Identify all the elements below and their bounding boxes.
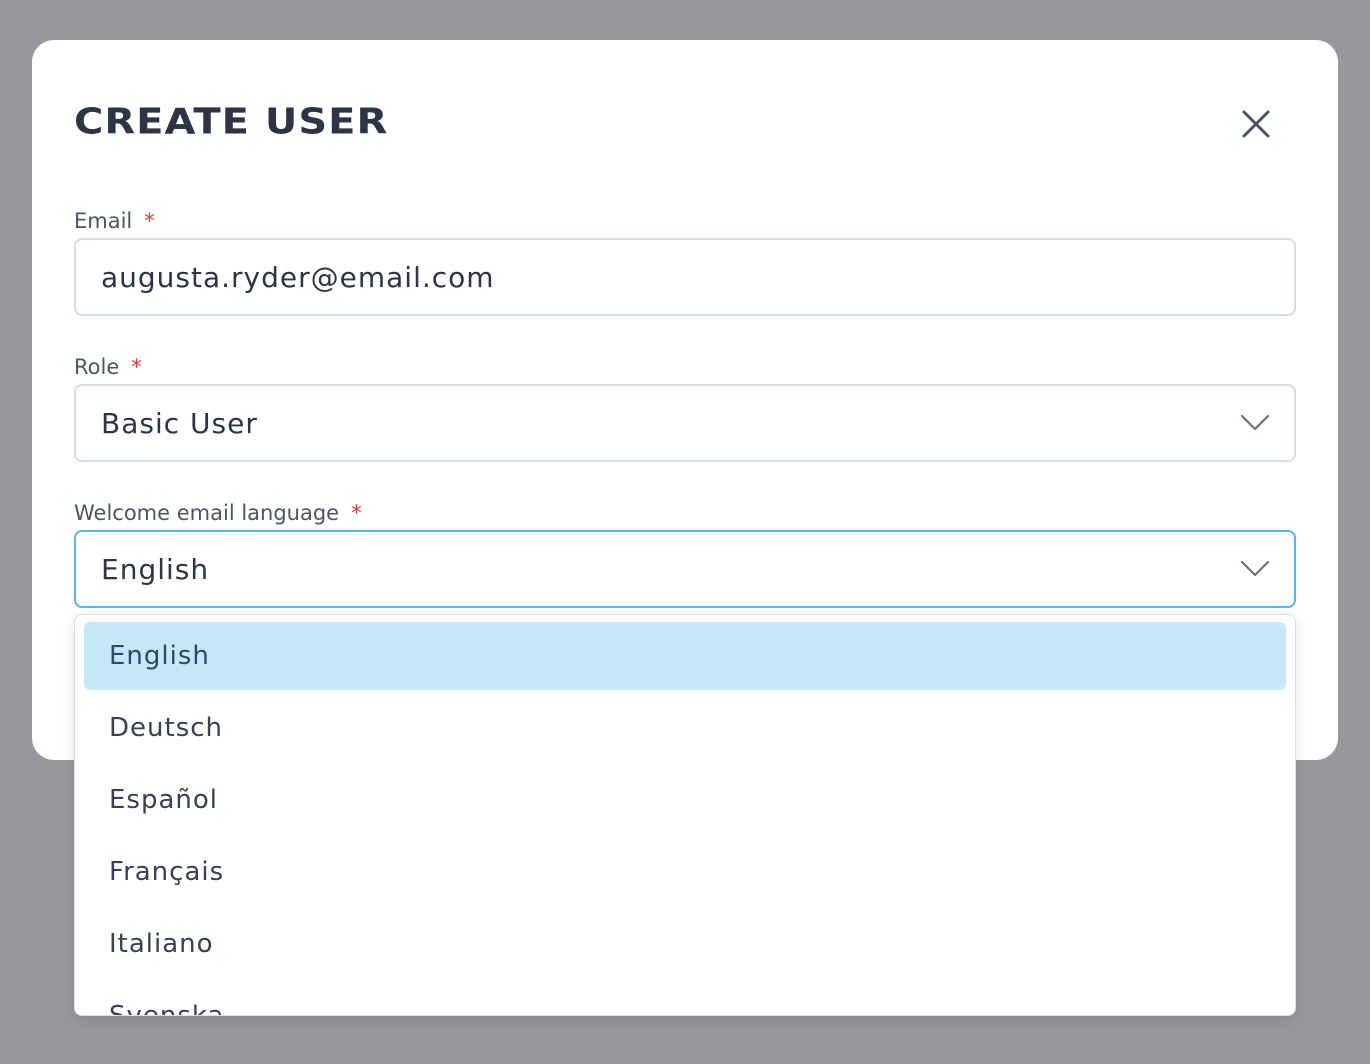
role-value: Basic User [101,406,258,440]
required-marker: * [131,355,142,379]
language-option-english[interactable]: English [84,622,1286,690]
required-marker: * [144,209,155,233]
language-option-francais[interactable]: Français [84,838,1286,906]
chevron-down-icon [1240,414,1270,431]
email-label: Email * [74,209,155,233]
role-label: Role * [74,355,142,379]
chevron-down-icon [1240,560,1270,577]
email-input[interactable]: augusta.ryder@email.com [74,238,1296,316]
role-select[interactable]: Basic User [74,384,1296,462]
language-label: Welcome email language * [74,501,362,525]
language-option-italiano[interactable]: Italiano [84,910,1286,978]
language-option-espanol[interactable]: Español [84,766,1286,834]
language-option-svenska[interactable]: Svenska [84,982,1286,1015]
close-button[interactable] [1234,102,1278,146]
email-value: augusta.ryder@email.com [101,260,495,294]
language-select[interactable]: English [74,530,1296,608]
language-dropdown-menu[interactable]: English Deutsch Español Français Italian… [74,614,1296,1016]
close-icon [1242,110,1270,138]
modal-title: CREATE USER [74,101,389,143]
language-option-deutsch[interactable]: Deutsch [84,694,1286,762]
required-marker: * [351,501,362,525]
language-value: English [101,552,210,586]
